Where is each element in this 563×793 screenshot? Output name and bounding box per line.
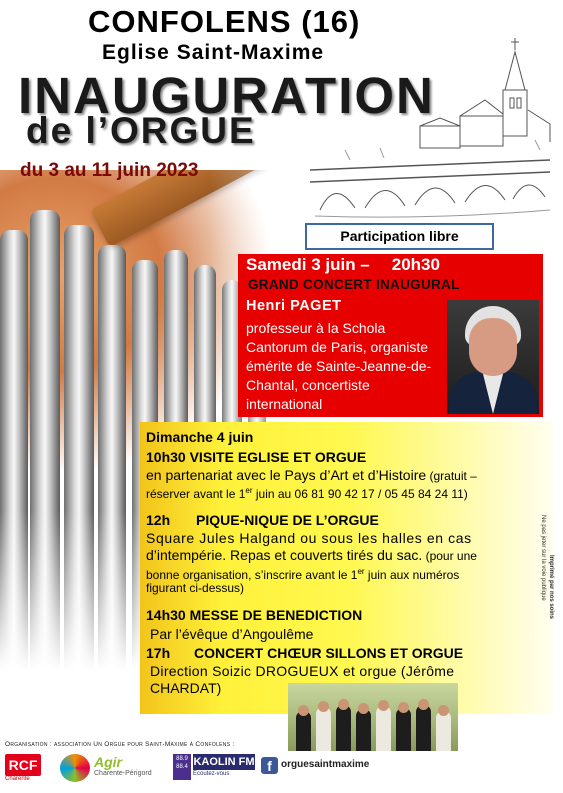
- concert-time: 17h: [146, 645, 171, 661]
- picnic-line-2: d’intempérie. Repas et couverts tirés du…: [146, 547, 477, 563]
- performer-portrait: [447, 300, 539, 414]
- rcf-logo: RCF Charente: [5, 754, 43, 782]
- mass-time: 14h30: [146, 607, 186, 623]
- picnic-time: 12h: [146, 512, 171, 528]
- facebook-link[interactable]: f orguesaintmaxime: [261, 754, 391, 782]
- visit-line-1: en partenariat avec le Pays d’Art et d’H…: [146, 467, 477, 483]
- picnic-title: PIQUE-NIQUE DE L’ORGUE: [196, 512, 379, 528]
- saturday-date-line: Samedi 3 juin – 20h30: [246, 255, 440, 275]
- concert-title: CONCERT CHŒUR SILLONS ET ORGUE: [194, 645, 464, 661]
- organisation-line: Organisation : association Un Orgue pour…: [5, 741, 235, 748]
- performer-name: Henri PAGET: [246, 298, 342, 314]
- saturday-day: Samedi 3 juin –: [246, 255, 370, 274]
- agir-logo: Agir Charente-Périgord: [60, 754, 170, 782]
- picnic-line-1: Square Jules Halgand ou sous les halles …: [146, 530, 472, 546]
- facebook-handle: orguesaintmaxime: [281, 759, 370, 770]
- event-dates: du 3 au 11 juin 2023: [20, 160, 199, 181]
- saturday-time: 20h30: [391, 255, 440, 274]
- saturday-concert-panel: Samedi 3 juin – 20h30 GRAND CONCERT INAUG…: [238, 254, 543, 417]
- sunday-day: Dimanche 4 juin: [146, 429, 254, 445]
- mass-heading: 14h30 MESSE DE BENEDICTION: [146, 607, 362, 623]
- church-heading: Eglise Saint-Maxime: [102, 41, 325, 64]
- facebook-icon: f: [261, 757, 278, 774]
- participation-badge: Participation libre: [305, 223, 494, 250]
- visit-title: VISITE EGLISE ET ORGUE: [189, 449, 367, 465]
- picnic-heading: 12h PIQUE-NIQUE DE L’ORGUE: [146, 512, 379, 528]
- picnic-line-4: figurant ci-dessus): [146, 581, 245, 595]
- performer-bio: professeur à la Schola Cantorum de Paris…: [246, 320, 432, 412]
- saturday-event-title: GRAND CONCERT INAUGURAL: [248, 277, 460, 292]
- visit-heading: 10h30 VISITE EGLISE ET ORGUE: [146, 449, 366, 465]
- visit-line-2: réserver avant le 1er juin au 06 81 90 4…: [146, 486, 468, 501]
- church-bridge-sketch: [309, 38, 551, 218]
- concert-line-1: Direction Soizic DROGUEUX et orgue (Jérô…: [150, 663, 455, 679]
- kaolin-fm-logo: 88.9 88.4 KAOLIN FM Écoutez-vous: [173, 754, 257, 782]
- side-credit-print: Imprimé par nos soins: [548, 555, 554, 620]
- concert-line-2: CHARDAT): [150, 680, 222, 696]
- concert-heading: 17h CONCERT CHŒUR SILLONS ET ORGUE: [146, 645, 463, 661]
- choir-photo: [288, 683, 458, 751]
- mass-line-1: Par l’évêque d’Angoulême: [150, 626, 314, 642]
- mass-title: MESSE DE BENEDICTION: [189, 607, 363, 623]
- visit-time: 10h30: [146, 449, 186, 465]
- main-subtitle: de l’ORGUE: [26, 110, 256, 151]
